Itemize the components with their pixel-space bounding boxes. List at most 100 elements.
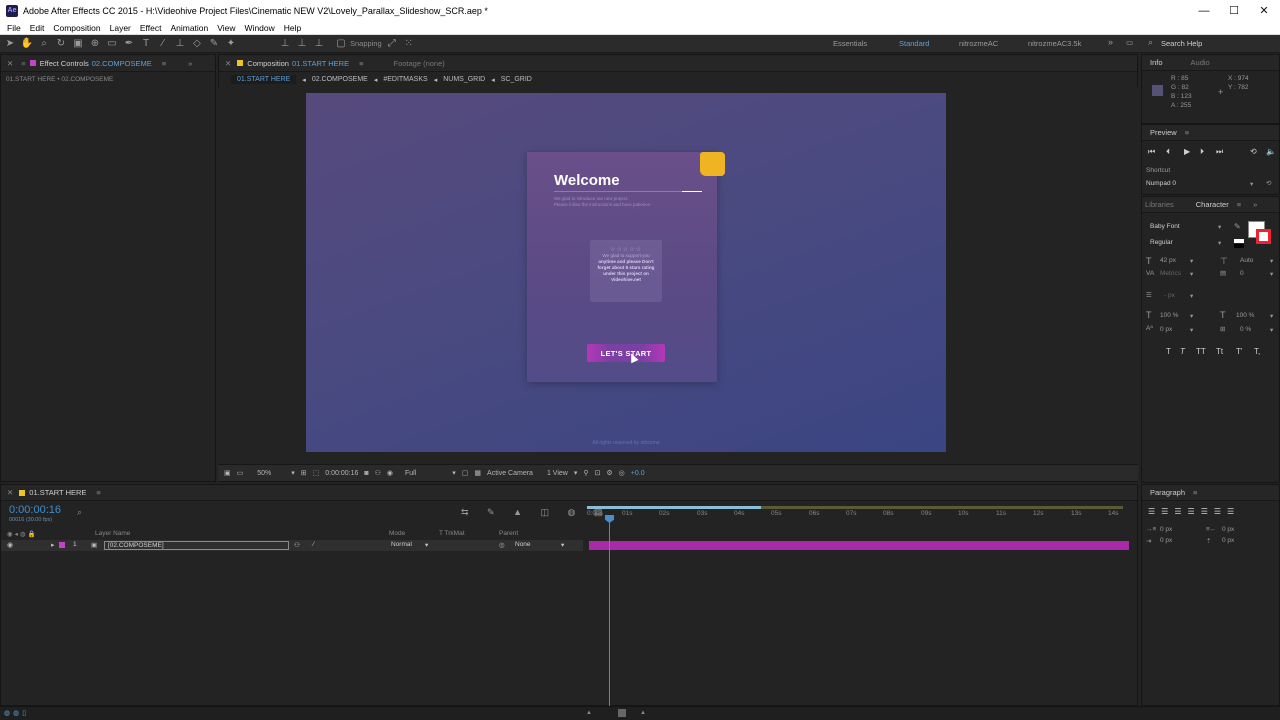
audio-tab[interactable]: Audio xyxy=(1191,58,1210,67)
layer-label-color-icon[interactable] xyxy=(59,542,65,548)
region-icon[interactable]: ▭ xyxy=(237,469,244,477)
close-timeline-tab-icon[interactable]: ✕ xyxy=(7,488,13,497)
lets-start-button[interactable]: LET'S START xyxy=(587,344,665,362)
fast-previews-icon[interactable]: ⊡ xyxy=(595,469,601,477)
preview-tab[interactable]: Preview xyxy=(1150,128,1177,137)
set-black-icon[interactable] xyxy=(1234,244,1244,248)
layer-duration-bar[interactable] xyxy=(589,541,1129,550)
parent-pickwhip-icon[interactable]: ◎ xyxy=(499,541,505,549)
current-time-indicator[interactable] xyxy=(609,515,610,707)
faux-italic-button[interactable]: T xyxy=(1180,347,1185,356)
menu-effect[interactable]: Effect xyxy=(140,23,162,33)
zoom-in-icon[interactable]: ▲ xyxy=(640,710,646,716)
menu-composition[interactable]: Composition xyxy=(53,23,100,33)
layer-name-field[interactable]: [02.COMPOSEME] xyxy=(104,541,289,550)
eyedropper-icon[interactable]: ✎ xyxy=(1234,222,1241,231)
hand-tool-icon[interactable]: ✋ xyxy=(20,37,34,51)
rectangle-tool-icon[interactable]: ▭ xyxy=(105,37,119,51)
camera-tool-icon[interactable]: ▣ xyxy=(71,37,85,51)
subscript-button[interactable]: T, xyxy=(1254,347,1260,356)
expand-layer-icon[interactable]: ▸ xyxy=(51,541,55,549)
faux-bold-button[interactable]: T xyxy=(1166,347,1171,356)
snap-edge-icon[interactable]: ⤢ xyxy=(385,37,399,51)
zoom-out-icon[interactable]: ▲ xyxy=(586,710,592,716)
leading-value[interactable]: Auto xyxy=(1240,257,1253,264)
kerning-value[interactable]: Metrics xyxy=(1160,270,1181,277)
axis-local-icon[interactable]: ⊥ xyxy=(278,37,292,51)
grid-icon[interactable]: ⊞ xyxy=(301,469,307,477)
timeline-tab[interactable]: ✕ 01.START HERE ≡ xyxy=(1,485,1137,501)
font-style-dropdown[interactable]: Regular xyxy=(1150,239,1173,246)
pan-behind-tool-icon[interactable]: ⊕ xyxy=(88,37,102,51)
layer-mode-dropdown[interactable]: Normal xyxy=(391,541,412,548)
loop-icon[interactable]: ⟲ xyxy=(1250,147,1257,156)
character-menu-icon[interactable]: ≡ xyxy=(1237,200,1241,209)
tracking-value[interactable]: 0 xyxy=(1240,270,1244,277)
selection-tool-icon[interactable]: ➤ xyxy=(3,37,17,51)
current-time-display[interactable]: 0:00:00:16 xyxy=(325,470,358,477)
menu-file[interactable]: File xyxy=(7,23,21,33)
time-ruler[interactable]: 0:00s 01s 02s 03s 04s 05s 06s 07s 08s 09… xyxy=(587,507,1131,521)
menu-window[interactable]: Window xyxy=(245,23,275,33)
clone-stamp-tool-icon[interactable]: ⊥ xyxy=(173,37,187,51)
stroke-color-swatch[interactable] xyxy=(1256,229,1271,244)
close-button[interactable]: ✕ xyxy=(1248,0,1280,21)
paragraph-alignment-icons[interactable]: ☰☰☰☰☰☰☰ xyxy=(1148,507,1240,516)
indent-first-value[interactable]: 0 px xyxy=(1160,537,1172,544)
workspace-standard[interactable]: Standard xyxy=(899,39,929,48)
panel-menu-icon[interactable]: ≡ xyxy=(162,59,166,68)
toggle-pixel-aspect-icon[interactable]: ⚲ xyxy=(583,469,588,477)
camera-view-dropdown[interactable]: Active Camera xyxy=(487,470,533,477)
quality-switch-icon[interactable]: ⁄ xyxy=(313,541,314,548)
baseline-shift-value[interactable]: 0 px xyxy=(1160,326,1172,333)
lock-icon[interactable]: ≡ xyxy=(21,59,25,68)
roto-brush-tool-icon[interactable]: ✎ xyxy=(207,37,221,51)
composition-tab[interactable]: ✕ Composition 01.START HERE ≡ Footage (n… xyxy=(219,55,1137,72)
keyboard-icon[interactable]: ▭ xyxy=(1126,38,1133,47)
menu-help[interactable]: Help xyxy=(284,23,301,33)
close-comp-tab-icon[interactable]: ✕ xyxy=(225,59,231,68)
brush-tool-icon[interactable]: ⁄ xyxy=(156,37,170,51)
zoom-slider-handle[interactable] xyxy=(618,709,626,717)
timeline-timecode[interactable]: 0:00:00:16 xyxy=(9,504,61,516)
previous-frame-icon[interactable]: ⏴ xyxy=(1166,147,1170,157)
panel-expand-icon[interactable]: » xyxy=(188,59,192,68)
all-caps-button[interactable]: TT xyxy=(1196,347,1206,356)
close-tab-icon[interactable]: ✕ xyxy=(7,59,13,68)
font-size-value[interactable]: 42 px xyxy=(1160,257,1176,264)
workspace-nitrozmeac35k[interactable]: nitrozmeAC3.5k xyxy=(1028,39,1081,48)
play-icon[interactable]: ▶ xyxy=(1184,147,1190,156)
first-frame-icon[interactable]: ⏮ xyxy=(1148,147,1155,157)
comp-nav-sc-grid[interactable]: SC_GRID xyxy=(501,76,532,83)
timeline-menu-icon[interactable]: ≡ xyxy=(96,488,100,497)
effect-controls-tab[interactable]: ✕ ≡ Effect Controls 02.COMPOSEME ≡ » xyxy=(1,55,215,72)
pen-tool-icon[interactable]: ✒ xyxy=(122,37,136,51)
menu-edit[interactable]: Edit xyxy=(30,23,45,33)
horizontal-scale-value[interactable]: 100 % xyxy=(1236,312,1254,319)
paragraph-menu-icon[interactable]: ≡ xyxy=(1193,488,1197,497)
reset-icon[interactable]: ⟲ xyxy=(1266,179,1271,187)
character-expand-icon[interactable]: » xyxy=(1253,200,1257,209)
indent-left-value[interactable]: 0 px xyxy=(1160,526,1172,533)
roi-icon[interactable]: ▢ xyxy=(462,469,469,477)
col-trkmat[interactable]: T TrkMat xyxy=(439,530,465,537)
workspaces-overflow-icon[interactable]: » xyxy=(1108,37,1113,47)
playhead-handle[interactable] xyxy=(605,515,614,523)
col-layer-name[interactable]: Layer Name xyxy=(95,530,130,537)
set-white-icon[interactable] xyxy=(1234,239,1244,243)
type-tool-icon[interactable]: T xyxy=(139,37,153,51)
comp-nav-start-here[interactable]: 01.START HERE xyxy=(231,75,297,84)
magnification-dropdown[interactable]: 50% xyxy=(257,470,271,477)
composition-viewer[interactable]: Welcome We glad to introduce our new pro… xyxy=(218,87,1138,464)
snap-feature-icon[interactable]: ⁙ xyxy=(402,37,416,51)
exposure-value[interactable]: +0.0 xyxy=(631,470,645,477)
menu-animation[interactable]: Animation xyxy=(170,23,208,33)
visibility-eye-icon[interactable]: ◉ xyxy=(7,541,13,549)
zoom-tool-icon[interactable]: ⌕ xyxy=(37,37,51,51)
workspace-essentials[interactable]: Essentials xyxy=(833,39,867,48)
footage-tab[interactable]: Footage (none) xyxy=(393,59,444,68)
menu-view[interactable]: View xyxy=(217,23,235,33)
resolution-dropdown[interactable]: Full xyxy=(405,470,416,477)
vertical-scale-value[interactable]: 100 % xyxy=(1160,312,1178,319)
indent-right-value[interactable]: 0 px xyxy=(1222,526,1234,533)
